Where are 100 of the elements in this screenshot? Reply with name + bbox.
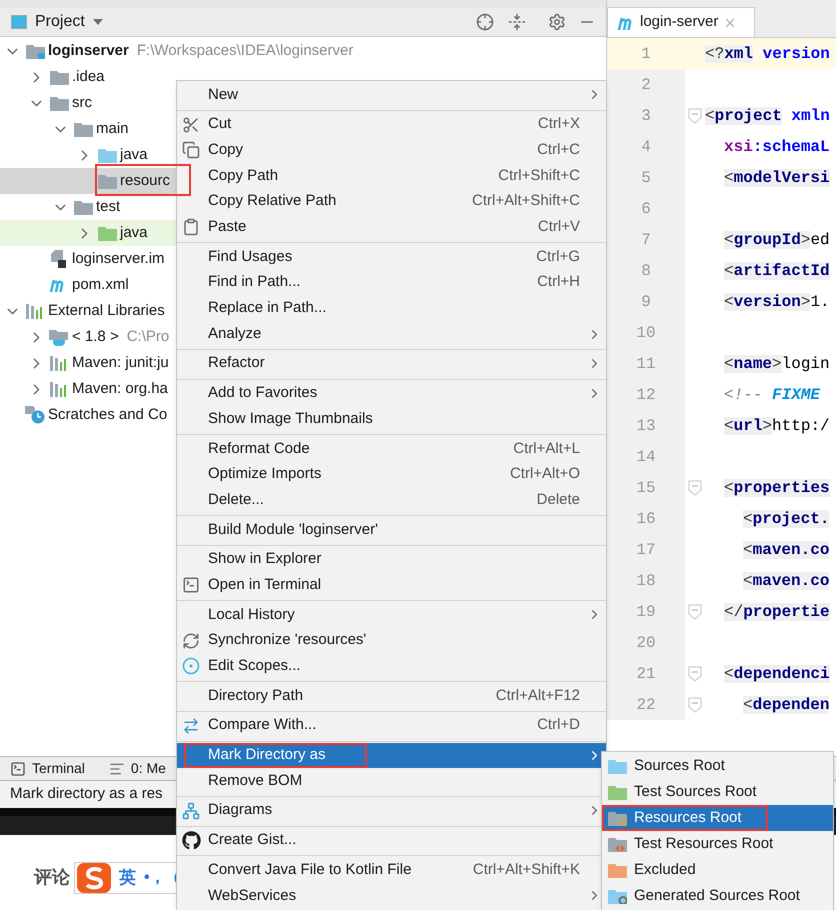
menu-label: WebServices xyxy=(208,886,296,906)
tree-label: Scratches and Co xyxy=(48,404,168,425)
menu-label: Build Module 'loginserver' xyxy=(208,520,378,540)
line-number: 10 xyxy=(607,317,685,348)
menu-shortcut: Ctrl+Alt+Shift+C xyxy=(472,191,580,212)
status-text: Mark directory as a res xyxy=(10,784,163,804)
menu-label: Excluded xyxy=(634,860,696,880)
menu-label: Cut xyxy=(208,114,232,134)
line-number: 12 xyxy=(607,379,685,410)
menu-label: Show in Explorer xyxy=(208,549,322,570)
code-line: <name>login xyxy=(724,354,830,374)
menu-label: Resources Root xyxy=(634,808,742,828)
line-number: 15 xyxy=(607,472,685,503)
menu-label: Paste xyxy=(208,217,246,238)
menu-label: Generated Sources Root xyxy=(634,886,800,906)
menu-label: Test Resources Root xyxy=(634,834,774,854)
line-number: 19 xyxy=(607,596,685,627)
tree-label: External Libraries xyxy=(48,300,165,321)
code-line: <maven.co xyxy=(743,570,830,592)
line-number: 4 xyxy=(607,131,685,162)
menu-label: Replace in Path... xyxy=(208,298,326,318)
line-number: 11 xyxy=(607,348,685,379)
menu-label: New xyxy=(208,84,238,105)
line-number: 6 xyxy=(607,193,685,224)
menu-label: Open in Terminal xyxy=(208,574,322,595)
tree-label: loginserver.im xyxy=(72,248,165,269)
menu-shortcut: Ctrl+Shift+C xyxy=(498,166,580,186)
line-number: 20 xyxy=(607,627,685,658)
menu-label: Find Usages xyxy=(208,246,292,267)
line-number: 8 xyxy=(607,255,685,286)
menu-label: Analyze xyxy=(208,324,262,344)
tree-label: java xyxy=(120,144,148,165)
tree-label: main xyxy=(96,118,129,139)
menu-label: Diagrams xyxy=(208,800,272,820)
line-number: 3 xyxy=(607,100,685,131)
menu-shortcut: Ctrl+C xyxy=(537,140,580,160)
comment-label: 评论 xyxy=(34,866,70,889)
tree-label: < 1.8 > xyxy=(72,326,119,347)
code-line: <artifactId xyxy=(724,260,830,282)
menu-label: Add to Favorites xyxy=(208,383,318,404)
tree-label: test xyxy=(96,196,120,217)
menu-label: Find in Path... xyxy=(208,272,301,292)
line-number: 21 xyxy=(607,658,685,689)
menu-shortcut: Ctrl+G xyxy=(536,246,580,267)
menu-label: Copy Relative Path xyxy=(208,191,336,212)
menu-shortcut: Ctrl+H xyxy=(537,272,580,292)
line-number: 18 xyxy=(607,565,685,596)
menu-label: Test Sources Root xyxy=(634,782,757,802)
tree-path: C:\Pro xyxy=(126,326,170,347)
tree-path: F:\Workspaces\IDEA\loginserver xyxy=(136,40,354,61)
code-line: xsi:schemaL xyxy=(724,136,830,158)
code-line: <project xmln xyxy=(705,106,830,126)
menu-label: Compare With... xyxy=(208,715,316,736)
menu-label: Mark Directory as xyxy=(208,745,326,766)
menu-label: Delete... xyxy=(208,490,264,510)
menu-shortcut: Ctrl+D xyxy=(537,715,580,736)
menu-shortcut: Ctrl+Alt+L xyxy=(513,438,580,459)
tree-label: src xyxy=(72,92,92,113)
code-line: <url>http:/ xyxy=(724,416,830,436)
menu-shortcut: Ctrl+Alt+O xyxy=(510,464,580,484)
tree-label: java xyxy=(120,222,148,243)
menu-label: Convert Java File to Kotlin File xyxy=(208,860,412,880)
line-number: 13 xyxy=(607,410,685,441)
tree-label: resourc xyxy=(120,170,170,191)
tree-label: Maven: junit:ju xyxy=(72,352,169,373)
code-line: <groupId>ed xyxy=(724,230,830,250)
line-number: 14 xyxy=(607,441,685,472)
menu-shortcut: Ctrl+X xyxy=(538,114,580,134)
tree-label: loginserver xyxy=(48,40,129,61)
menu-label: Refactor xyxy=(208,353,265,374)
code-line: <dependenci xyxy=(724,664,830,684)
tree-label: Maven: org.ha xyxy=(72,378,168,399)
menu-shortcut: Delete xyxy=(536,490,580,510)
code-line: <!-- FIXME xyxy=(724,384,820,406)
menu-label: Remove BOM xyxy=(208,770,302,791)
line-number: 22 xyxy=(607,689,685,720)
menu-label: Sources Root xyxy=(634,756,725,776)
code-line: <project. xyxy=(743,508,830,530)
line-number: 5 xyxy=(607,162,685,193)
code-line: <dependen xyxy=(743,694,830,716)
tree-label: pom.xml xyxy=(72,274,129,295)
menu-shortcut: Ctrl+Alt+Shift+K xyxy=(472,860,580,880)
code-line: <modelVersi xyxy=(724,168,830,188)
line-number: 16 xyxy=(607,503,685,534)
menu-label: Show Image Thumbnails xyxy=(208,408,373,429)
menu-label: Directory Path xyxy=(208,686,304,706)
menu-shortcut: Ctrl+V xyxy=(538,217,580,238)
tree-label: .idea xyxy=(72,66,105,87)
menu-label: Synchronize 'resources' xyxy=(208,630,366,650)
line-number: 7 xyxy=(607,224,685,255)
menu-label: Edit Scopes... xyxy=(208,656,301,676)
menu-label: Local History xyxy=(208,604,295,625)
line-number: 17 xyxy=(607,534,685,565)
code-line: <properties xyxy=(724,478,830,498)
code-line: <maven.co xyxy=(743,540,830,560)
code-line: </propertie xyxy=(724,602,830,622)
line-number: 9 xyxy=(607,286,685,317)
menu-label: Optimize Imports xyxy=(208,464,322,484)
line-number: 2 xyxy=(607,69,685,100)
menu-shortcut: Ctrl+Alt+F12 xyxy=(496,686,580,706)
